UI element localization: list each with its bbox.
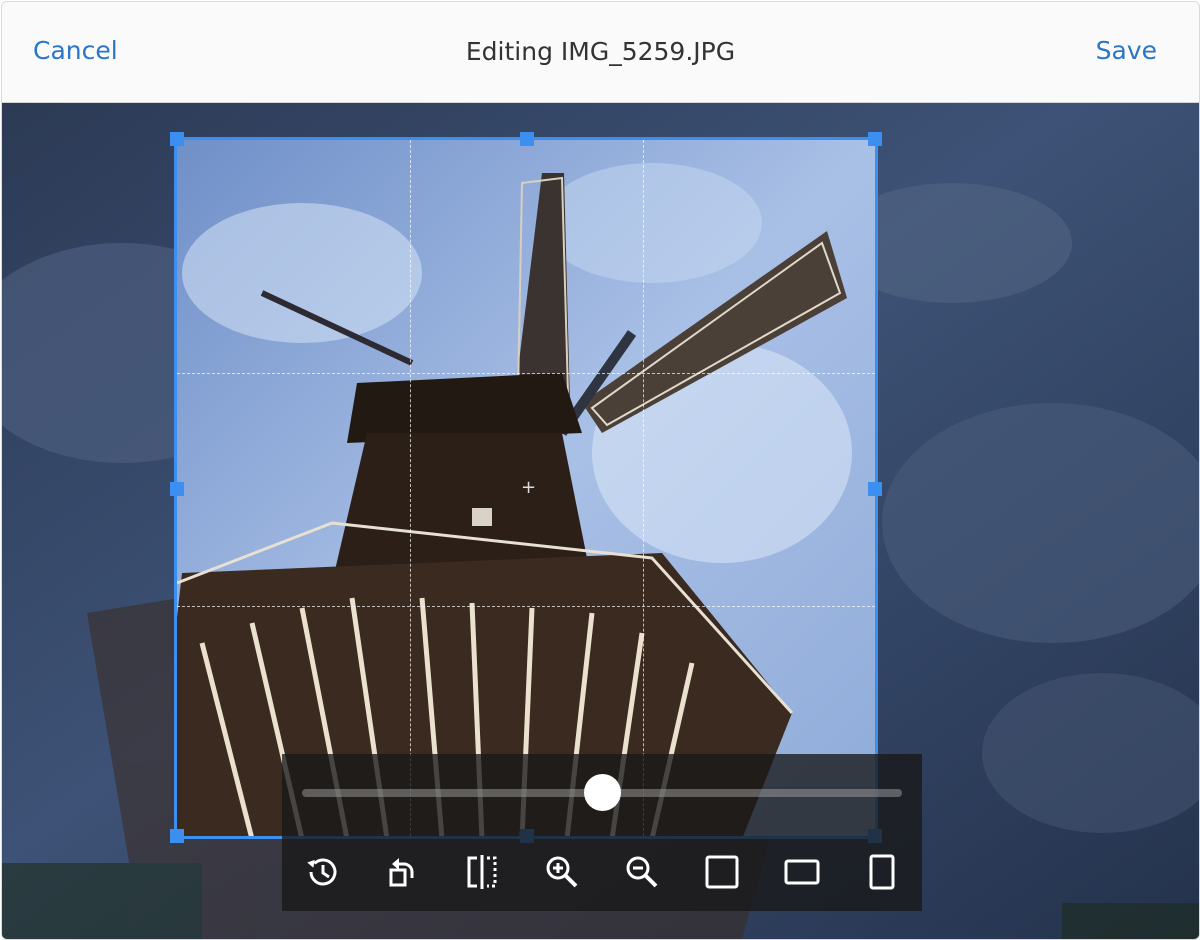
- save-button[interactable]: Save: [1096, 36, 1157, 65]
- aspect-landscape-icon: [784, 859, 820, 885]
- flip-horizontal-icon: [467, 855, 497, 889]
- flip-button[interactable]: [460, 850, 504, 894]
- aspect-portrait-icon: [869, 854, 895, 890]
- crop-handle-top-left[interactable]: [170, 132, 184, 146]
- crop-handle-bottom-left[interactable]: [170, 829, 184, 843]
- aspect-square-button[interactable]: [700, 850, 744, 894]
- crop-grid-line: [177, 606, 875, 607]
- crop-grid-line: [177, 373, 875, 374]
- crop-handle-top[interactable]: [520, 132, 534, 146]
- aspect-portrait-button[interactable]: [860, 850, 904, 894]
- crop-grid-line: [643, 140, 644, 836]
- crop-center-icon: +: [521, 477, 537, 498]
- aspect-landscape-button[interactable]: [780, 850, 824, 894]
- zoom-out-icon: [626, 856, 658, 888]
- edit-toolbar: [282, 850, 922, 894]
- crop-handle-left[interactable]: [170, 482, 184, 496]
- crop-grid-line: [410, 140, 411, 836]
- image-editor-window: Cancel Editing IMG_5259.JPG Save +: [1, 1, 1200, 940]
- crop-handle-top-right[interactable]: [868, 132, 882, 146]
- zoom-slider-thumb[interactable]: [583, 774, 621, 811]
- zoom-in-icon: [546, 856, 578, 888]
- crop-handle-right[interactable]: [868, 482, 882, 496]
- rotate-button[interactable]: [380, 850, 424, 894]
- crop-frame[interactable]: +: [174, 137, 878, 839]
- zoom-out-button[interactable]: [620, 850, 664, 894]
- aspect-square-icon: [705, 855, 739, 889]
- reset-button[interactable]: [300, 850, 344, 894]
- edit-controls-panel: [282, 754, 922, 911]
- zoom-in-button[interactable]: [540, 850, 584, 894]
- page-title: Editing IMG_5259.JPG: [465, 37, 736, 66]
- history-icon: [307, 858, 337, 886]
- image-canvas[interactable]: +: [2, 103, 1199, 939]
- editor-header: Cancel Editing IMG_5259.JPG Save: [2, 2, 1199, 103]
- rotate-left-icon: [389, 858, 414, 887]
